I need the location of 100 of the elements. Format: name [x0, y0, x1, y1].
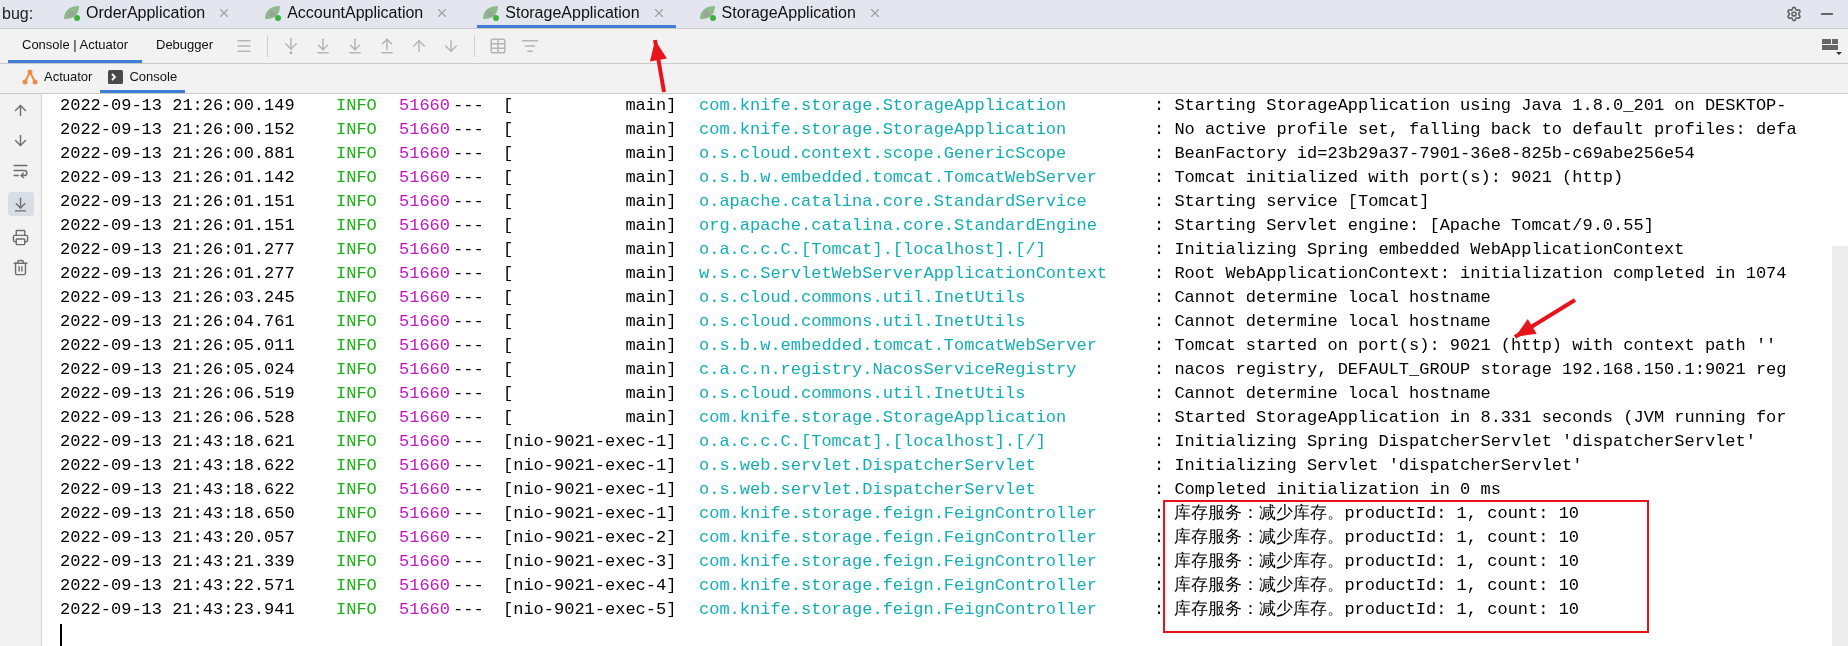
logger-name: com.knife.storage.feign.FeignController [699, 599, 1098, 622]
thread-name: [nio-9021-exec-3] [503, 551, 678, 574]
logger-name: o.s.cloud.context.scope.GenericScope [699, 143, 1068, 166]
process-id: 51660 [399, 431, 451, 454]
console-tab[interactable]: Actuator [14, 64, 101, 93]
log-separator: --- [453, 599, 485, 622]
log-level: INFO [336, 359, 378, 382]
thread-name: [nio-9021-exec-1] [503, 455, 678, 478]
log-separator: --- [453, 359, 485, 382]
soft-wrap-icon[interactable] [12, 162, 29, 179]
trash-icon[interactable] [12, 259, 29, 276]
console-tab[interactable]: Console [100, 64, 186, 93]
log-message: : No active profile set, falling back to default profiles: defa [1154, 119, 1797, 142]
log-timestamp: 2022-09-13 21:26:04.761 [60, 311, 296, 334]
text-cursor [60, 624, 62, 646]
logger-name: w.s.c.ServletWebServerApplicationContext [699, 263, 1109, 286]
log-message: : Started StorageApplication in 8.331 seconds (JVM running for [1154, 407, 1787, 430]
log-message: : Starting Servlet engine: [Apache Tomcat/9.0.55] [1154, 215, 1654, 238]
log-level: INFO [336, 575, 378, 598]
run-tab[interactable]: StorageApplication [693, 0, 892, 28]
log-separator: --- [453, 287, 485, 310]
log-level: INFO [336, 287, 378, 310]
log-message: : Cannot determine local hostname [1154, 383, 1491, 406]
layout-icon[interactable] [1822, 37, 1842, 55]
log-message: : Initializing Spring embedded WebApplicationContext [1154, 239, 1685, 262]
log-separator: --- [453, 551, 485, 574]
log-level: INFO [336, 527, 378, 550]
logger-name: c.a.c.n.registry.NacosServiceRegistry [699, 359, 1078, 382]
scroll-to-end-icon [12, 195, 29, 213]
toolbar-tab[interactable]: Debugger [142, 29, 228, 63]
process-id: 51660 [399, 167, 451, 190]
thread-name: [nio-9021-exec-1] [503, 479, 678, 502]
process-id: 51660 [399, 479, 451, 502]
logger-name: o.a.c.c.C.[Tomcat].[localhost].[/] [699, 431, 1047, 454]
run-tab[interactable]: AccountApplication [259, 0, 460, 28]
logger-name: o.s.cloud.commons.util.InetUtils [699, 287, 1027, 310]
log-level: INFO [336, 191, 378, 214]
log-message: : Tomcat started on port(s): 9021 (http) with context path '' [1154, 335, 1777, 358]
process-id: 51660 [399, 359, 451, 382]
log-separator: --- [453, 143, 485, 166]
thread-name: [ main] [503, 167, 678, 190]
log-timestamp: 2022-09-13 21:43:18.650 [60, 503, 296, 526]
logger-name: com.knife.storage.feign.FeignController [699, 575, 1098, 598]
log-timestamp: 2022-09-13 21:26:00.149 [60, 95, 296, 118]
console-tab-label: Actuator [44, 68, 93, 87]
log-level: INFO [336, 383, 378, 406]
log-separator: --- [453, 431, 485, 454]
log-timestamp: 2022-09-13 21:26:01.277 [60, 263, 296, 286]
log-separator: --- [453, 311, 485, 334]
logger-name: o.a.c.c.C.[Tomcat].[localhost].[/] [699, 239, 1047, 262]
console-tab-label: Console [129, 68, 178, 87]
log-level: INFO [336, 407, 378, 430]
scroll-to-end-button[interactable] [7, 192, 34, 216]
logger-name: o.s.cloud.commons.util.InetUtils [699, 383, 1027, 406]
process-id: 51660 [399, 239, 451, 262]
run-tab-label: OrderApplication [86, 2, 206, 23]
thread-name: [nio-9021-exec-5] [503, 599, 678, 622]
log-timestamp: 2022-09-13 21:43:18.621 [60, 431, 296, 454]
thread-name: [nio-9021-exec-1] [503, 503, 678, 526]
thread-name: [ main] [503, 263, 678, 286]
log-timestamp: 2022-09-13 21:26:00.152 [60, 119, 296, 142]
log-separator: --- [453, 527, 485, 550]
menu-icon[interactable] [235, 37, 254, 55]
log-timestamp: 2022-09-13 21:43:23.941 [60, 599, 296, 622]
leaf-icon [481, 3, 502, 22]
log-level: INFO [336, 335, 378, 358]
arrow-down-icon[interactable] [12, 132, 29, 149]
log-message: : Cannot determine local hostname [1154, 311, 1491, 334]
log-timestamp: 2022-09-13 21:43:21.339 [60, 551, 296, 574]
process-id: 51660 [399, 215, 451, 238]
log-timestamp: 2022-09-13 21:26:00.881 [60, 143, 296, 166]
process-id: 51660 [399, 143, 451, 166]
logger-name: com.knife.storage.StorageApplication [699, 119, 1068, 142]
settings-icon[interactable] [1786, 6, 1802, 22]
log-timestamp: 2022-09-13 21:26:05.011 [60, 335, 296, 358]
process-id: 51660 [399, 407, 451, 430]
logger-name: o.s.b.w.embedded.tomcat.TomcatWebServer [699, 335, 1098, 358]
run-tab[interactable]: OrderApplication [58, 0, 242, 28]
log-separator: --- [453, 335, 485, 358]
log-level: INFO [336, 431, 378, 454]
log-level: INFO [336, 95, 378, 118]
process-id: 51660 [399, 335, 451, 358]
log-message: : BeanFactory id=23b29a37-7901-36e8-825b-c69abe256e54 [1154, 143, 1695, 166]
log-separator: --- [453, 239, 485, 262]
log-level: INFO [336, 599, 378, 622]
log-level: INFO [336, 479, 378, 502]
log-message: : Starting StorageApplication using Java 1.8.0_201 on DESKTOP- [1154, 95, 1787, 118]
thread-name: [ main] [503, 311, 678, 334]
log-message: : Initializing Spring DispatcherServlet 'dispatcherServlet' [1154, 431, 1756, 454]
print-icon[interactable] [12, 229, 29, 246]
log-timestamp: 2022-09-13 21:26:01.277 [60, 239, 296, 262]
log-message: : 库存服务：减少库存。productId: 1, count: 10 [1154, 550, 1580, 574]
log-separator: --- [453, 191, 485, 214]
log-level: INFO [336, 239, 378, 262]
log-separator: --- [453, 263, 485, 286]
thread-name: [ main] [503, 215, 678, 238]
log-timestamp: 2022-09-13 21:26:06.519 [60, 383, 296, 406]
run-tab-label: AccountApplication [287, 2, 424, 23]
process-id: 51660 [399, 383, 451, 406]
thread-name: [ main] [503, 239, 678, 262]
